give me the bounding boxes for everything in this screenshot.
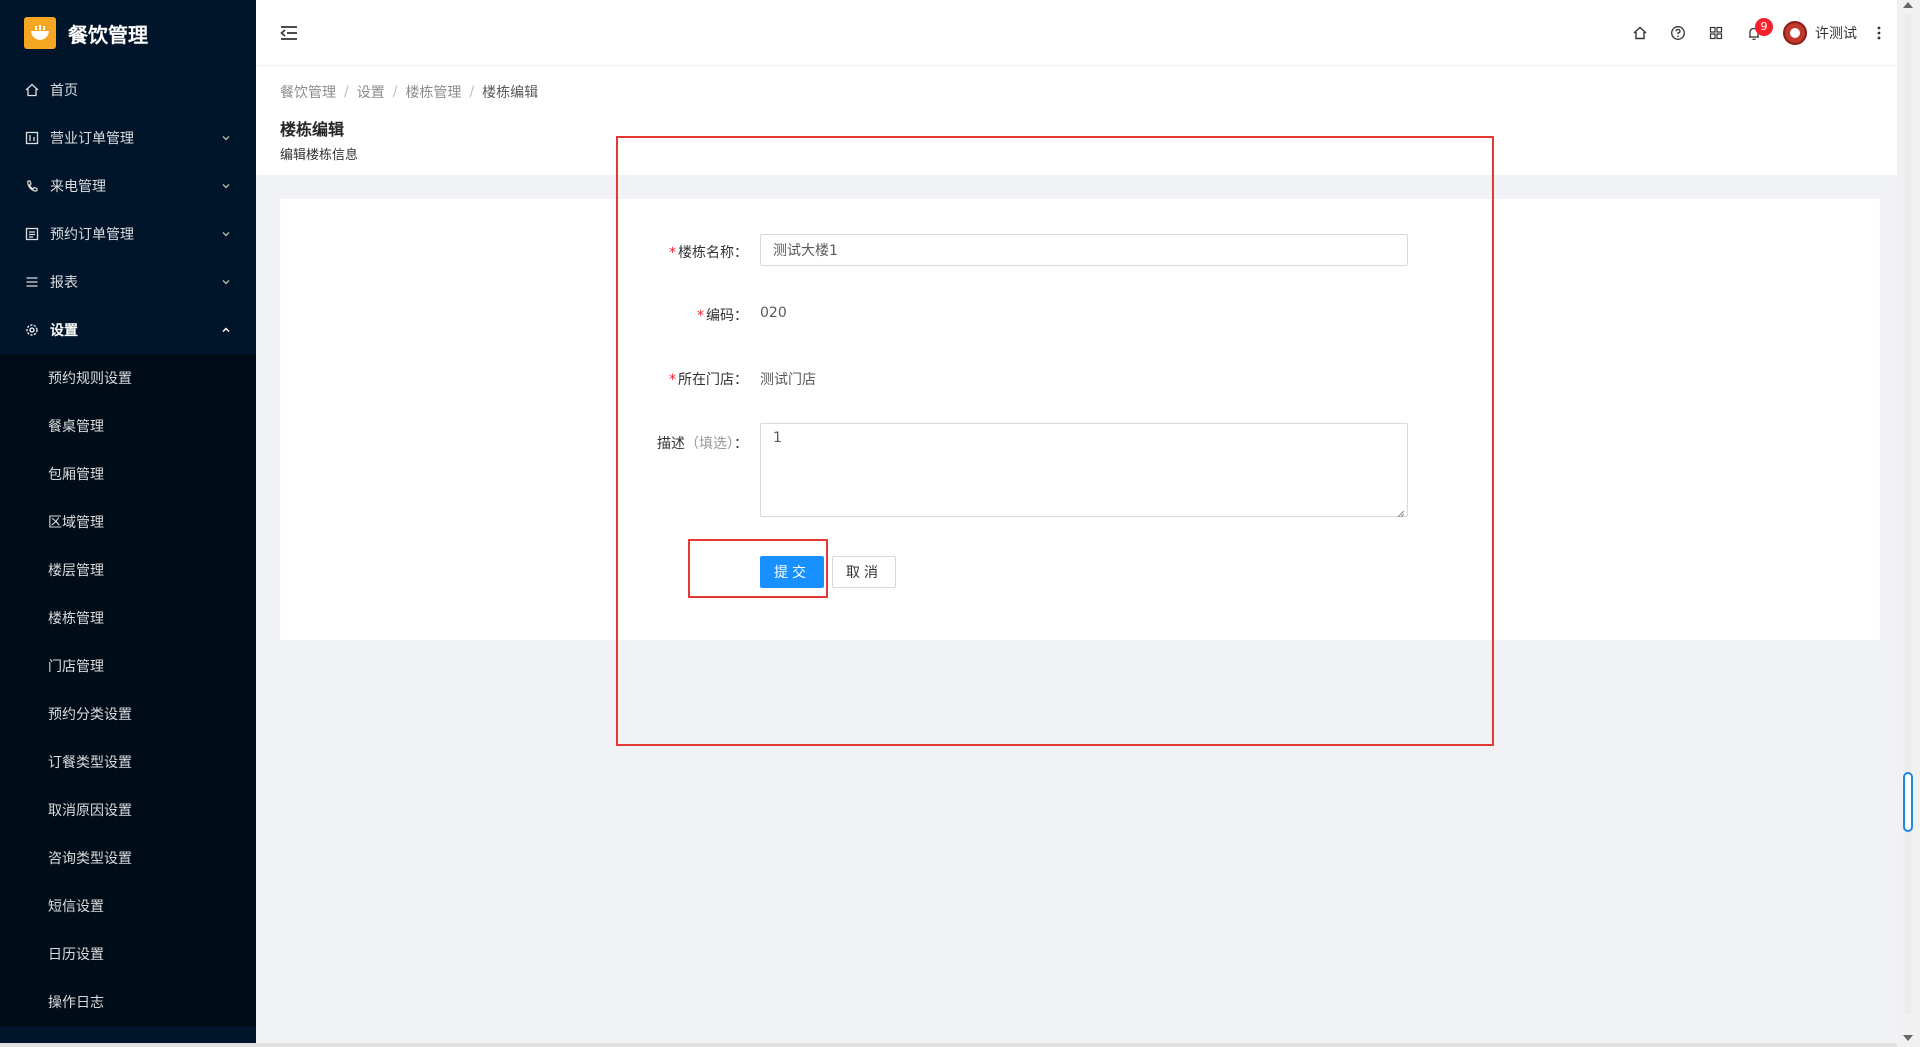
page-header: 餐饮管理 / 设置 / 楼栋管理 / 楼栋编辑 楼栋编辑 编辑楼栋信息 <box>256 66 1897 175</box>
submit-button[interactable]: 提交 <box>760 556 824 588</box>
building-name-input[interactable]: 测试大楼1 <box>760 234 1408 266</box>
sidebar-subitem[interactable]: 餐桌管理 <box>0 402 256 450</box>
sidebar-item-business-orders[interactable]: 营业订单管理 <box>0 114 256 162</box>
phone-icon <box>24 178 40 194</box>
scroll-thumb[interactable] <box>1903 772 1913 832</box>
list-icon <box>24 274 40 290</box>
chevron-up-icon <box>220 324 232 336</box>
chevron-down-icon <box>220 228 232 240</box>
scroll-down-icon[interactable] <box>1903 1035 1913 1041</box>
breadcrumb-item[interactable]: 设置 <box>357 82 385 102</box>
code-label: * 编码： <box>697 308 748 324</box>
description-value: 1 <box>773 430 782 446</box>
breadcrumb-separator: / <box>469 84 475 100</box>
building-name-value: 测试大楼1 <box>773 243 838 259</box>
sidebar-item-settings[interactable]: 设置 <box>0 306 256 354</box>
sidebar-subitem[interactable]: 操作日志 <box>0 978 256 1026</box>
chevron-down-icon <box>220 132 232 144</box>
app-title: 餐饮管理 <box>68 22 148 47</box>
scroll-up-icon[interactable] <box>1903 2 1913 8</box>
more-vertical-icon[interactable] <box>1869 18 1889 48</box>
chevron-down-icon <box>220 276 232 288</box>
apps-grid-icon[interactable] <box>1697 14 1735 52</box>
sidebar-subitem[interactable]: 订餐类型设置 <box>0 738 256 786</box>
home-icon <box>24 82 40 98</box>
sidebar-menu: 首页 营业订单管理 来电管理 预约订单管理 报表 设置 <box>0 66 256 354</box>
resize-handle-icon[interactable] <box>1397 506 1405 518</box>
avatar <box>1783 21 1807 45</box>
breadcrumb: 餐饮管理 / 设置 / 楼栋管理 / 楼栋编辑 <box>280 82 1873 102</box>
sidebar-subitem[interactable]: 取消原因设置 <box>0 786 256 834</box>
bottom-edge <box>0 1043 1897 1047</box>
sidebar-item-reservation-orders[interactable]: 预约订单管理 <box>0 210 256 258</box>
sidebar-item-reports[interactable]: 报表 <box>0 258 256 306</box>
sidebar-item-label: 来电管理 <box>50 179 106 195</box>
scroll-track[interactable] <box>1905 14 1911 1014</box>
sidebar-item-label: 营业订单管理 <box>50 131 134 147</box>
sidebar-item-label: 预约订单管理 <box>50 227 134 243</box>
sidebar-item-home[interactable]: 首页 <box>0 66 256 114</box>
header-actions: 9 许测试 <box>1621 0 1889 66</box>
home-icon[interactable] <box>1621 14 1659 52</box>
sidebar-subitem[interactable]: 门店管理 <box>0 642 256 690</box>
breadcrumb-current: 楼栋编辑 <box>482 85 539 101</box>
settings-submenu: 预约规则设置 餐桌管理 包厢管理 区域管理 楼层管理 楼栋管理 门店管理 预约分… <box>0 354 256 1026</box>
description-textarea[interactable]: 1 <box>760 423 1408 518</box>
bell-icon[interactable]: 9 <box>1735 14 1773 52</box>
top-header: 9 许测试 <box>256 0 1897 66</box>
store-label: * 所在门店： <box>669 372 748 388</box>
notification-badge: 9 <box>1755 18 1773 36</box>
breadcrumb-item[interactable]: 餐饮管理 <box>280 82 336 102</box>
description-label: 描述（填选）： <box>657 436 748 452</box>
sidebar-subitem[interactable]: 预约规则设置 <box>0 354 256 402</box>
page-title: 楼栋编辑 <box>280 120 345 139</box>
sidebar-subitem[interactable]: 短信设置 <box>0 882 256 930</box>
sidebar-item-label: 设置 <box>50 323 78 339</box>
code-value: 020 <box>760 305 787 321</box>
page-subtitle: 编辑楼栋信息 <box>280 148 359 163</box>
sidebar-subitem[interactable]: 咨询类型设置 <box>0 834 256 882</box>
table-icon <box>24 130 40 146</box>
building-name-label: * 楼栋名称： <box>669 245 748 261</box>
window-scrollbar[interactable] <box>1897 0 1920 1047</box>
gear-icon <box>24 322 40 338</box>
sidebar: 餐饮管理 首页 营业订单管理 来电管理 预约订单管理 报表 设置 预约规则设置 … <box>0 0 256 1043</box>
order-icon <box>24 226 40 242</box>
main-content: 餐饮管理 / 设置 / 楼栋管理 / 楼栋编辑 楼栋编辑 编辑楼栋信息 * 楼栋名… <box>256 66 1897 1043</box>
chevron-down-icon <box>220 180 232 192</box>
bowl-icon <box>24 17 56 49</box>
user-menu[interactable]: 许测试 <box>1783 21 1857 45</box>
store-value: 测试门店 <box>760 372 816 388</box>
help-icon[interactable] <box>1659 14 1697 52</box>
logo[interactable]: 餐饮管理 <box>0 0 256 66</box>
sidebar-item-label: 报表 <box>50 275 78 291</box>
username: 许测试 <box>1815 26 1857 42</box>
menu-fold-icon[interactable] <box>278 22 300 44</box>
sidebar-subitem[interactable]: 日历设置 <box>0 930 256 978</box>
edit-form-card: * 楼栋名称： 测试大楼1 * 编码： 020 * 所在门店： 测试门店 描述（填选）… <box>280 199 1880 640</box>
sidebar-subitem[interactable]: 包厢管理 <box>0 450 256 498</box>
sidebar-item-label: 首页 <box>50 83 78 99</box>
sidebar-item-calls[interactable]: 来电管理 <box>0 162 256 210</box>
breadcrumb-item[interactable]: 楼栋管理 <box>405 82 461 102</box>
sidebar-subitem[interactable]: 区域管理 <box>0 498 256 546</box>
sidebar-subitem[interactable]: 楼层管理 <box>0 546 256 594</box>
cancel-button[interactable]: 取消 <box>832 556 896 588</box>
sidebar-subitem[interactable]: 预约分类设置 <box>0 690 256 738</box>
breadcrumb-separator: / <box>392 84 398 100</box>
sidebar-subitem[interactable]: 楼栋管理 <box>0 594 256 642</box>
breadcrumb-separator: / <box>344 84 349 100</box>
